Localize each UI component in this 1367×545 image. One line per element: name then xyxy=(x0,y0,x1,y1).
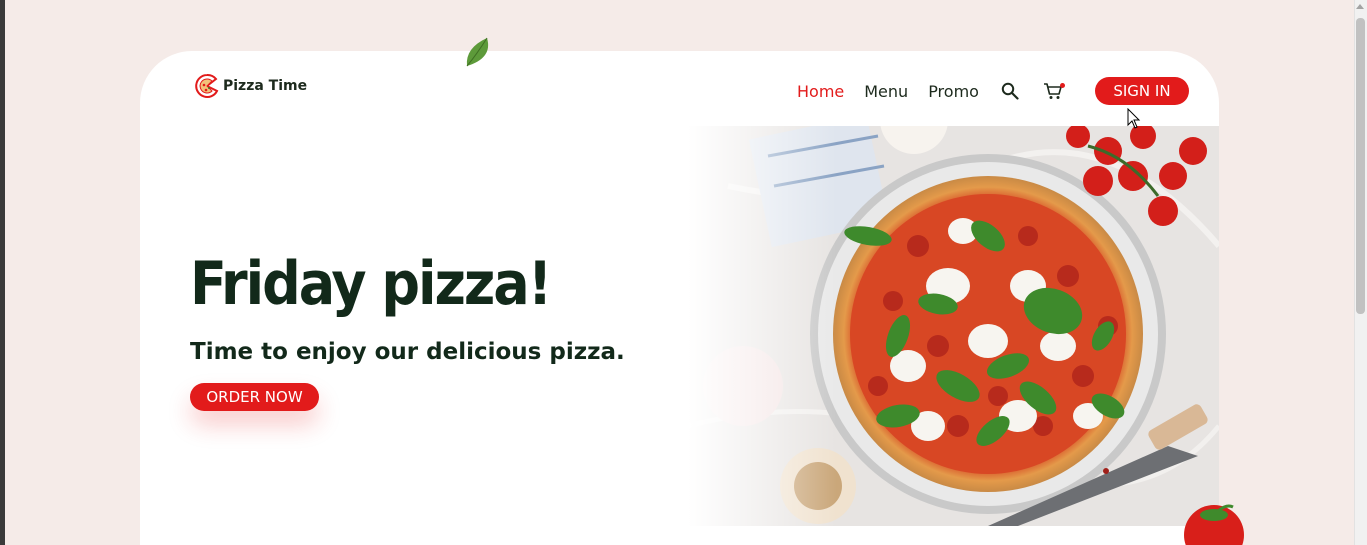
hero-pizza-image xyxy=(688,126,1219,526)
hero-title: Friday pizza! xyxy=(190,249,552,319)
nav-home-link[interactable]: Home xyxy=(797,82,844,101)
sign-in-button[interactable]: SIGN IN xyxy=(1094,77,1189,105)
scroll-up-arrow-icon[interactable] xyxy=(1356,4,1364,9)
cart-icon[interactable] xyxy=(1043,82,1065,100)
basil-leaf-icon xyxy=(466,37,489,67)
order-now-button[interactable]: ORDER NOW xyxy=(190,383,319,411)
brand-name: Pizza Time xyxy=(223,78,308,94)
hero-subtitle: Time to enjoy our delicious pizza. xyxy=(190,339,625,365)
tomato-icon xyxy=(1184,504,1244,545)
vertical-scrollbar[interactable] xyxy=(1354,0,1367,545)
top-nav: Home Menu Promo SIGN IN xyxy=(797,77,1189,105)
cursor-icon xyxy=(1127,108,1141,129)
brand-logo[interactable]: Pizza Time xyxy=(195,73,307,99)
nav-promo-link[interactable]: Promo xyxy=(928,82,979,101)
search-icon[interactable] xyxy=(1001,82,1019,100)
main-card: Pizza Time Home Menu Promo SIGN IN Frida… xyxy=(140,51,1219,545)
nav-menu-link[interactable]: Menu xyxy=(864,82,908,101)
window-left-edge xyxy=(0,0,5,545)
pizza-logo-icon xyxy=(195,74,219,98)
scrollbar-thumb[interactable] xyxy=(1356,18,1365,314)
cart-badge xyxy=(1059,83,1065,88)
